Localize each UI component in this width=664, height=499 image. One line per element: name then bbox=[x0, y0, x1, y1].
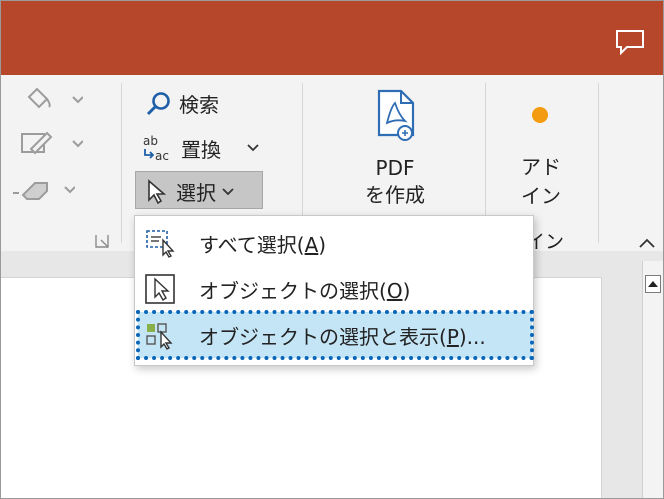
chevron-down-icon bbox=[222, 187, 234, 195]
collapse-ribbon-icon bbox=[639, 238, 655, 248]
selection-pane-icon bbox=[146, 323, 173, 350]
select-label: 選択 bbox=[176, 181, 216, 205]
scroll-up-button[interactable] bbox=[645, 275, 661, 293]
eraser-icon bbox=[13, 182, 75, 200]
svg-text:ac: ac bbox=[155, 149, 169, 163]
addin-dot-icon bbox=[532, 107, 548, 123]
addins-button[interactable]: アド イン bbox=[506, 95, 576, 235]
dialog-launcher-icon bbox=[95, 235, 109, 248]
shape-effects-button[interactable] bbox=[13, 177, 75, 203]
svg-text:ab: ab bbox=[143, 134, 158, 148]
select-all-icon bbox=[146, 230, 175, 258]
select-objects-icon bbox=[145, 274, 175, 304]
search-icon bbox=[146, 91, 170, 115]
menu-item-select-all[interactable]: すべて選択(A) bbox=[135, 220, 533, 266]
chevron-down-icon bbox=[247, 144, 259, 152]
app-window: 検索 ab ac 置換 選択 PDF を作成 アド イン イン すべて選択(A)… bbox=[0, 0, 664, 499]
pdf-icon bbox=[377, 89, 415, 141]
cursor-icon bbox=[148, 178, 166, 204]
menu-item-select-objects[interactable]: オブジェクトの選択(O) bbox=[135, 266, 533, 312]
addin-label-line2: イン bbox=[521, 184, 561, 208]
select-dropdown-menu: すべて選択(A) オブジェクトの選択(O) オブジェクトの選択と表示(P)... bbox=[134, 215, 534, 366]
pen-icon bbox=[21, 131, 83, 155]
vertical-scrollbar[interactable] bbox=[642, 261, 663, 498]
pdf-label-line1: PDF bbox=[375, 156, 415, 180]
paint-bucket-icon bbox=[27, 87, 83, 109]
shape-outline-button[interactable] bbox=[21, 131, 83, 157]
menu-item-label: すべて選択(A) bbox=[199, 232, 327, 257]
title-bar bbox=[1, 1, 663, 75]
replace-button[interactable]: ab ac 置換 bbox=[141, 133, 259, 163]
dialog-launcher-button[interactable] bbox=[95, 233, 109, 248]
comment-button[interactable] bbox=[615, 29, 645, 56]
menu-item-label: オブジェクトの選択(O) bbox=[199, 278, 411, 303]
find-label: 検索 bbox=[179, 93, 219, 117]
replace-label: 置換 bbox=[181, 137, 221, 162]
menu-item-label: オブジェクトの選択と表示(P)... bbox=[199, 324, 486, 349]
addin-label-line1: アド bbox=[521, 155, 561, 179]
menu-item-selection-pane[interactable]: オブジェクトの選択と表示(P)... bbox=[136, 310, 534, 360]
comment-icon bbox=[616, 30, 644, 56]
replace-icon: ab ac bbox=[143, 134, 169, 163]
collapse-ribbon-button[interactable] bbox=[637, 235, 657, 249]
find-button[interactable]: 検索 bbox=[145, 89, 219, 118]
group-separator bbox=[121, 83, 122, 243]
triangle-up-icon bbox=[648, 281, 658, 287]
pdf-label-line2: を作成 bbox=[365, 183, 425, 207]
group-separator bbox=[598, 83, 599, 243]
select-button[interactable]: 選択 bbox=[135, 171, 263, 209]
shape-fill-button[interactable] bbox=[23, 87, 83, 113]
